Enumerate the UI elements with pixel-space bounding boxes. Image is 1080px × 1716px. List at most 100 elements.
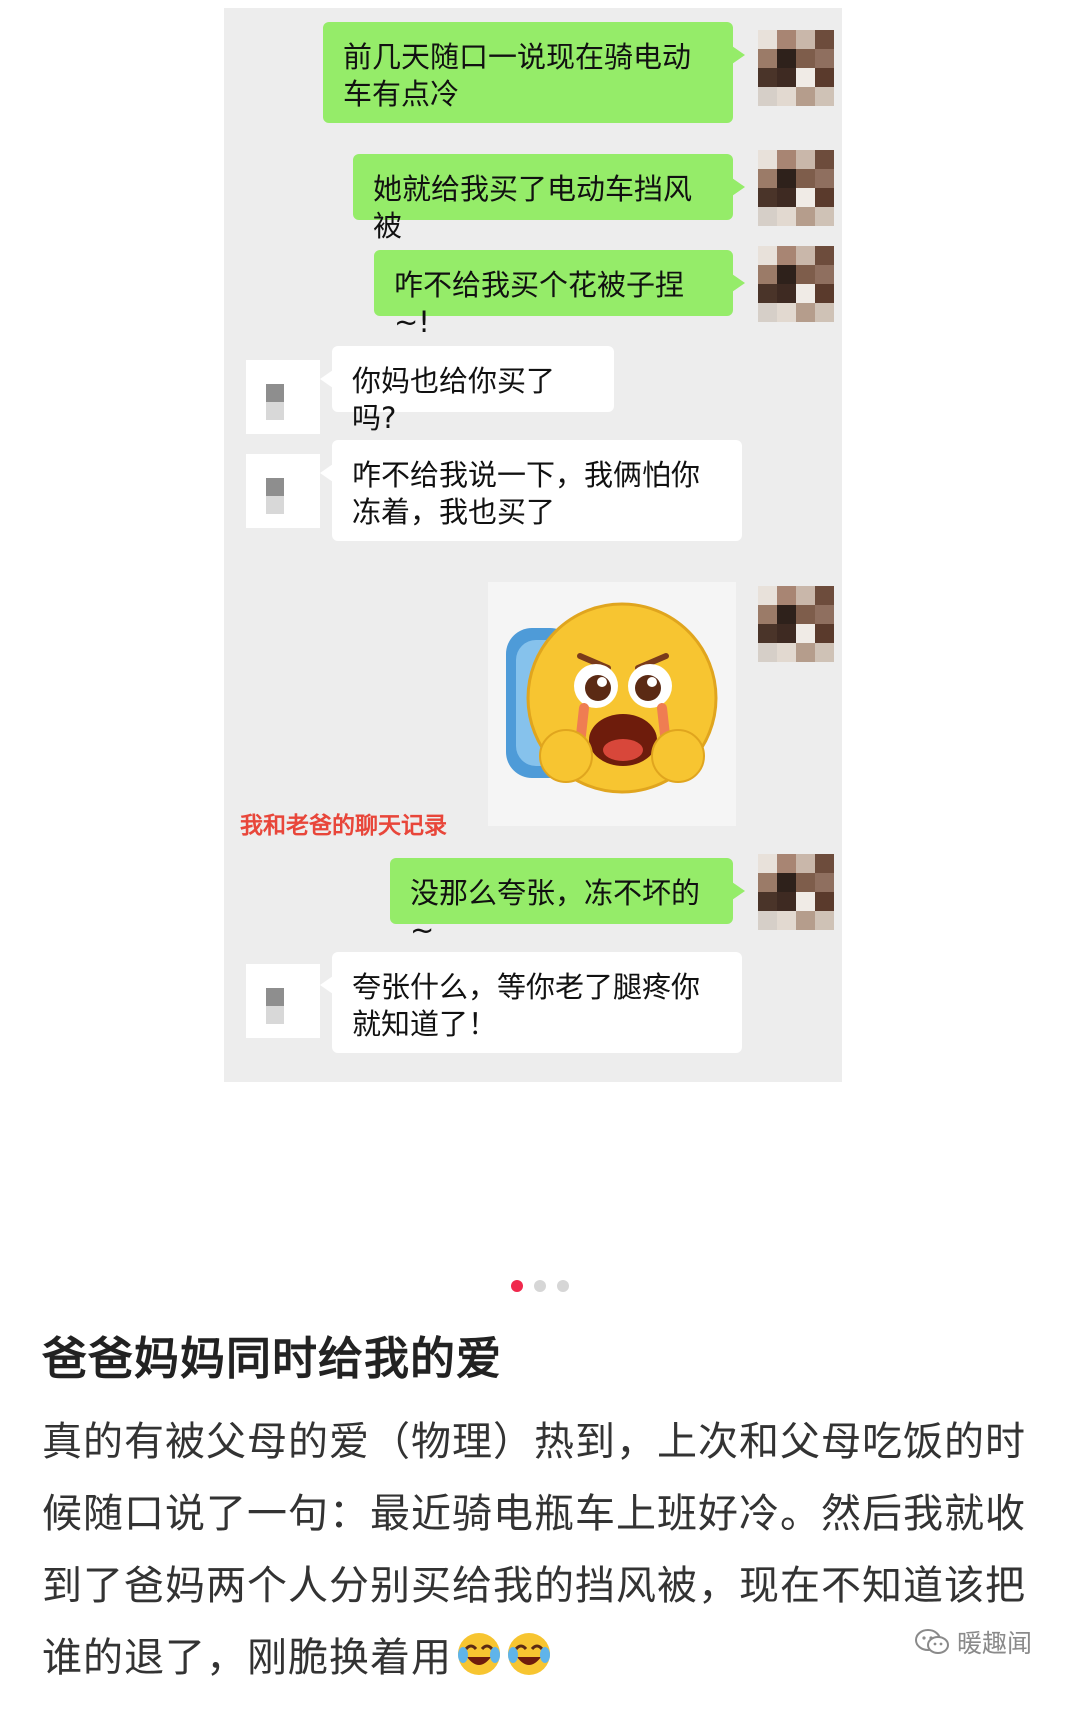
- avatar-pixel: [815, 873, 834, 892]
- avatar-pixel: [815, 265, 834, 284]
- avatar-other: [246, 360, 320, 434]
- avatar-pixel: [815, 87, 834, 106]
- avatar-pixel: [758, 605, 777, 624]
- avatar-pixel: [796, 605, 815, 624]
- avatar-pixel: [796, 188, 815, 207]
- wechat-icon: [914, 1629, 949, 1654]
- avatar-pixel: [796, 265, 815, 284]
- avatar-pixel: [777, 30, 796, 49]
- avatar-pixel: [758, 246, 777, 265]
- avatar-pixel: [777, 854, 796, 873]
- avatar-pixel: [777, 586, 796, 605]
- post-body: 真的有被父母的爱（物理）热到，上次和父母吃饭的时候随口说了一句：最近骑电瓶车上班…: [42, 1406, 1042, 1694]
- avatar-pixel: [777, 188, 796, 207]
- laughing-crying-emoji-icon: [508, 1633, 550, 1675]
- avatar-pixel: [796, 643, 815, 662]
- avatar-pixel: [777, 87, 796, 106]
- avatar-me: [758, 30, 834, 106]
- avatar-pixel: [815, 30, 834, 49]
- avatar-pixel: [758, 303, 777, 322]
- avatar-pixel: [796, 207, 815, 226]
- avatar-pixel: [815, 68, 834, 87]
- avatar-pixel: [815, 49, 834, 68]
- avatar-pixel: [777, 150, 796, 169]
- avatar-pixel: [758, 68, 777, 87]
- carousel-dot[interactable]: [511, 1280, 523, 1292]
- avatar-me: [758, 586, 834, 662]
- avatar-pixel: [815, 911, 834, 930]
- watermark: 暖趣闻: [914, 1624, 1032, 1660]
- avatar-pixel: [777, 246, 796, 265]
- chat-bubble-other: 你妈也给你买了吗?: [320, 346, 614, 435]
- avatar-me: [758, 854, 834, 930]
- avatar-pixel: [815, 605, 834, 624]
- avatar-pixel: [796, 873, 815, 892]
- avatar-pixel: [758, 643, 777, 662]
- avatar-pixel: [796, 49, 815, 68]
- avatar-pixel: [758, 586, 777, 605]
- chat-bubble-me: 前几天随口一说现在骑电动车有点冷: [323, 22, 745, 123]
- avatar-pixel: [815, 624, 834, 643]
- avatar-pixel: [796, 854, 815, 873]
- avatar-pixel: [777, 911, 796, 930]
- avatar-pixel: [815, 246, 834, 265]
- avatar-pixel: [815, 586, 834, 605]
- avatar-pixel: [758, 892, 777, 911]
- avatar-pixel: [758, 87, 777, 106]
- avatar-pixel: [777, 49, 796, 68]
- overlay-caption: 我和老爸的聊天记录: [240, 813, 447, 839]
- avatar-me: [758, 246, 834, 322]
- avatar-pixel: [796, 246, 815, 265]
- avatar-pixel: [777, 68, 796, 87]
- avatar-pixel: [758, 150, 777, 169]
- avatar-pixel: [758, 624, 777, 643]
- avatar-pixel: [796, 624, 815, 643]
- avatar-pixel: [815, 150, 834, 169]
- crying-emoji-sticker: [488, 582, 736, 826]
- chat-bubble-me: 咋不给我买个花被子捏~!: [374, 250, 745, 339]
- avatar-pixel: [758, 854, 777, 873]
- avatar-pixel: [777, 207, 796, 226]
- avatar-pixel: [777, 303, 796, 322]
- avatar-pixel: [758, 284, 777, 303]
- avatar-pixel: [758, 49, 777, 68]
- avatar-pixel: [796, 68, 815, 87]
- avatar-pixel: [777, 169, 796, 188]
- avatar-pixel: [815, 643, 834, 662]
- chat-bubble-other: 咋不给我说一下，我俩怕你冻着，我也买了: [320, 440, 742, 541]
- avatar-pixel: [796, 911, 815, 930]
- avatar-pixel: [758, 30, 777, 49]
- chat-bubble-other: 夸张什么，等你老了腿疼你就知道了！: [320, 952, 742, 1053]
- carousel-dot[interactable]: [534, 1280, 546, 1292]
- watermark-text: 暖趣闻: [956, 1629, 1032, 1658]
- avatar-pixel: [815, 169, 834, 188]
- carousel-indicator: [0, 1280, 1080, 1292]
- avatar-pixel: [796, 892, 815, 911]
- avatar-pixel: [815, 284, 834, 303]
- avatar-pixel: [777, 284, 796, 303]
- avatar-pixel: [796, 303, 815, 322]
- avatar-pixel: [758, 873, 777, 892]
- avatar-pixel: [815, 207, 834, 226]
- avatar-pixel: [758, 169, 777, 188]
- avatar-pixel: [758, 188, 777, 207]
- avatar-pixel: [796, 169, 815, 188]
- avatar-pixel: [815, 188, 834, 207]
- post-title: 爸爸妈妈同时给我的爱: [42, 1332, 503, 1385]
- avatar-pixel: [777, 265, 796, 284]
- avatar-other: [246, 454, 320, 528]
- avatar-pixel: [796, 150, 815, 169]
- avatar-pixel: [815, 892, 834, 911]
- avatar-pixel: [796, 30, 815, 49]
- carousel-dot[interactable]: [557, 1280, 569, 1292]
- avatar-pixel: [796, 284, 815, 303]
- avatar-pixel: [815, 303, 834, 322]
- avatar-pixel: [796, 87, 815, 106]
- avatar-pixel: [777, 605, 796, 624]
- chat-bubble-me: 她就给我买了电动车挡风被: [353, 154, 745, 243]
- avatar-pixel: [777, 643, 796, 662]
- avatar-pixel: [777, 873, 796, 892]
- avatar-pixel: [758, 265, 777, 284]
- avatar-pixel: [796, 586, 815, 605]
- laughing-crying-emoji-icon: [458, 1633, 500, 1675]
